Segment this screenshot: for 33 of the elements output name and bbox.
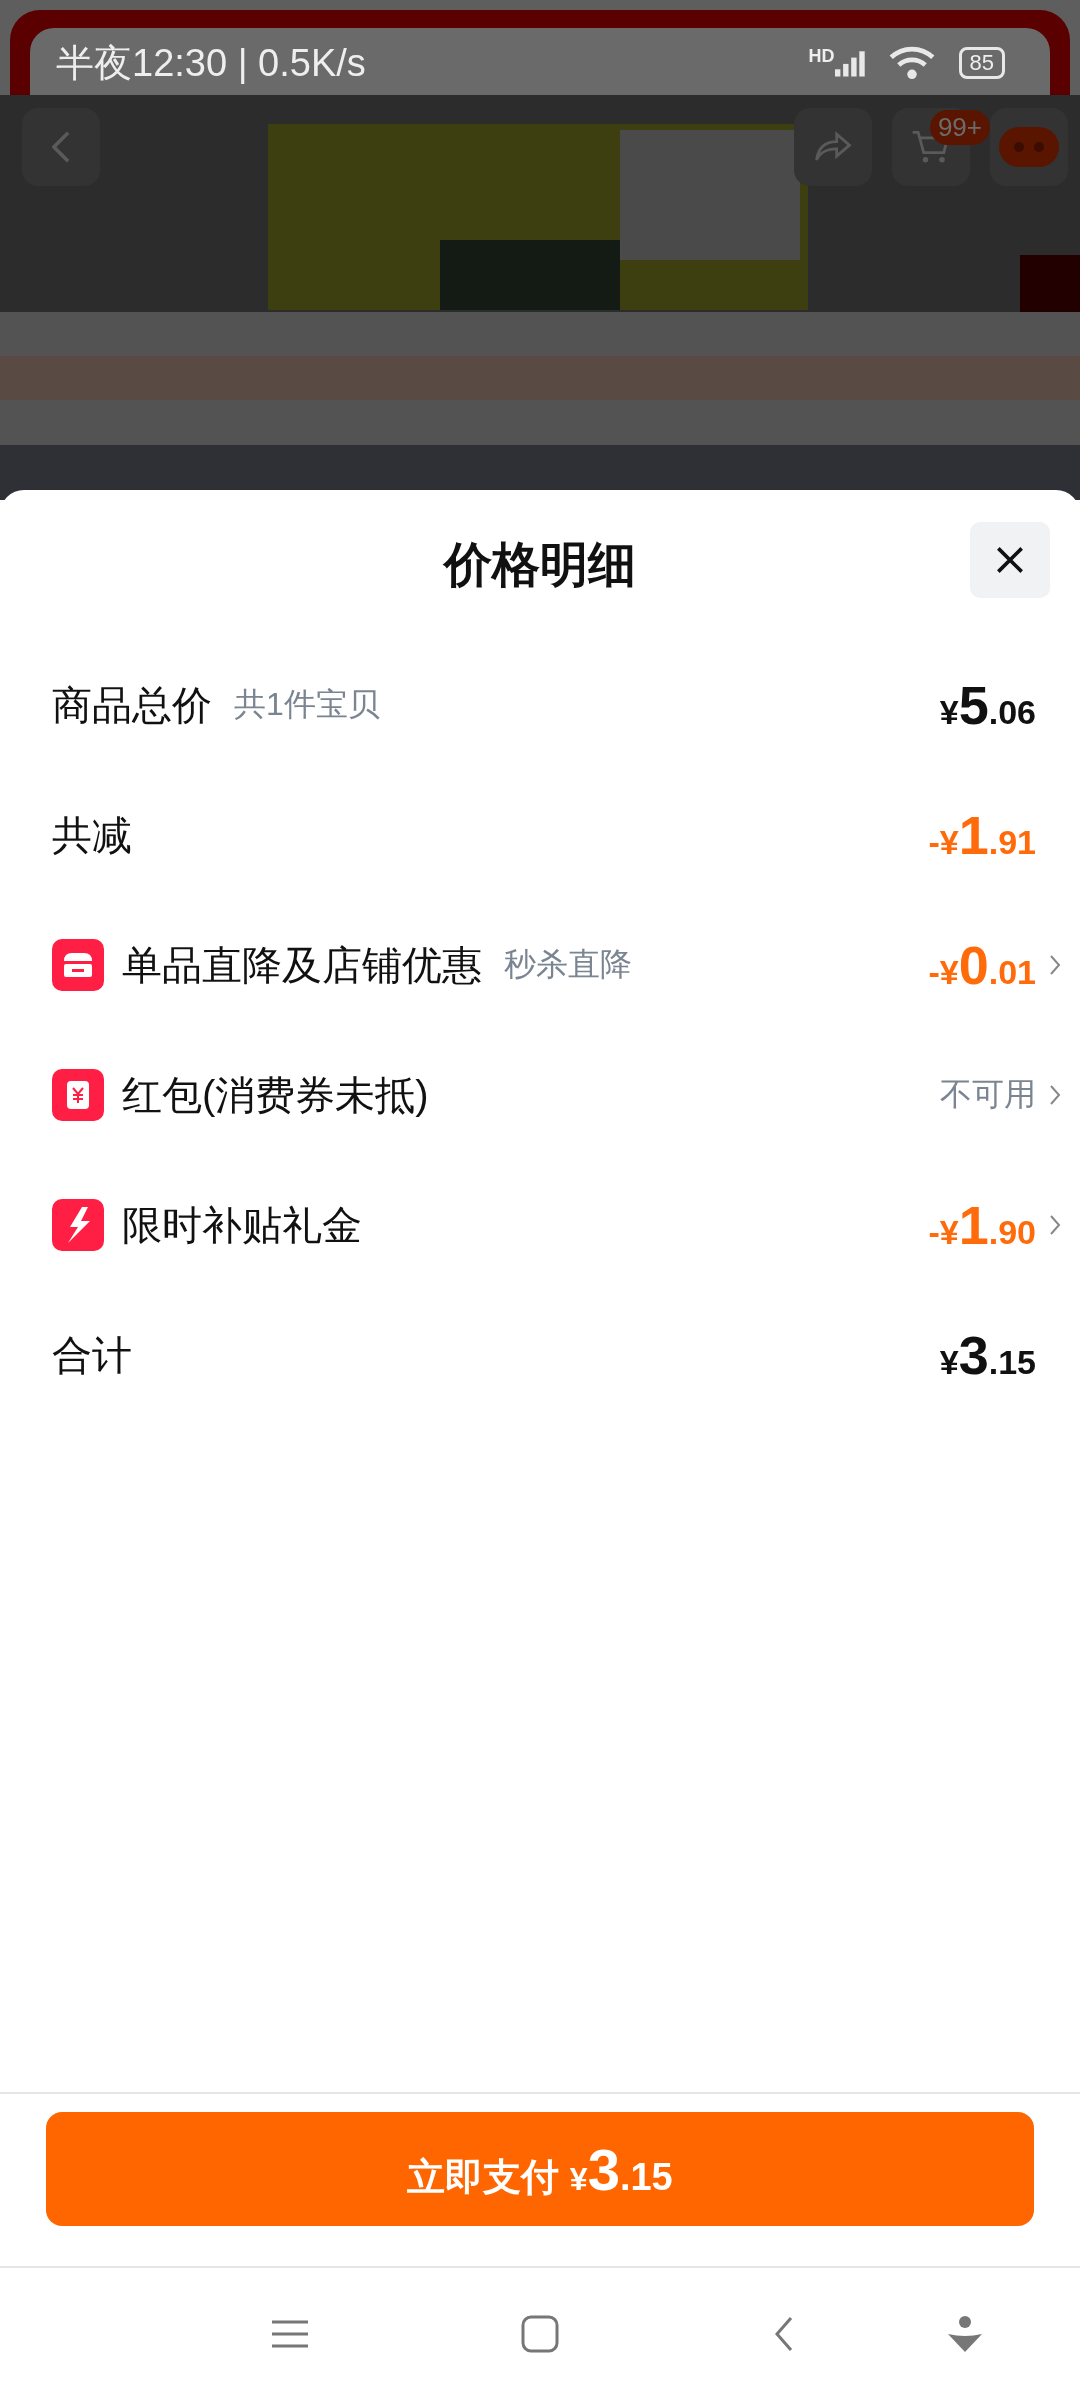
row-note: 秒杀直降: [504, 945, 632, 984]
wifi-icon: [888, 46, 935, 80]
chevron-icon[interactable]: [1048, 953, 1062, 977]
row-label: 单品直降及店铺优惠: [122, 941, 482, 989]
network-type: HD: [808, 46, 835, 67]
store-icon: [52, 939, 104, 991]
row-label: 商品总价: [52, 681, 212, 729]
price-amount: -¥1.90: [928, 1194, 1036, 1256]
price-amount: ¥3.15: [939, 1324, 1036, 1386]
price-amount: -¥0.01: [928, 934, 1036, 996]
yuan-envelope-icon: [52, 1069, 104, 1121]
pay-button[interactable]: 立即支付 ¥3.15: [46, 2112, 1034, 2226]
battery-icon: 85: [958, 47, 1005, 79]
status-time: 半夜12:30 | 0.5K/s: [56, 40, 366, 86]
row-label: 共减: [52, 811, 132, 859]
row-label: 合计: [52, 1331, 132, 1379]
assistant-icon[interactable]: [945, 2314, 985, 2354]
chevron-icon[interactable]: [1048, 1213, 1062, 1237]
price-amount: -¥1.91: [928, 804, 1036, 866]
lightning-icon: [52, 1199, 104, 1251]
row-label: 红包(消费券未抵): [122, 1071, 429, 1119]
more-icon: [999, 127, 1059, 167]
status-text: 不可用: [940, 1075, 1036, 1114]
back-icon: [52, 131, 70, 163]
share-button[interactable]: [794, 108, 872, 186]
back-button[interactable]: [22, 108, 100, 186]
close-button[interactable]: [970, 522, 1050, 598]
price-amount: ¥5.06: [939, 674, 1036, 736]
sheet-title: 价格明细: [444, 537, 636, 593]
row-note: 共1件宝贝: [234, 685, 380, 724]
row-label: 限时补贴礼金: [122, 1201, 362, 1249]
chevron-icon[interactable]: [1048, 1083, 1062, 1107]
home-icon[interactable]: [520, 2314, 560, 2354]
